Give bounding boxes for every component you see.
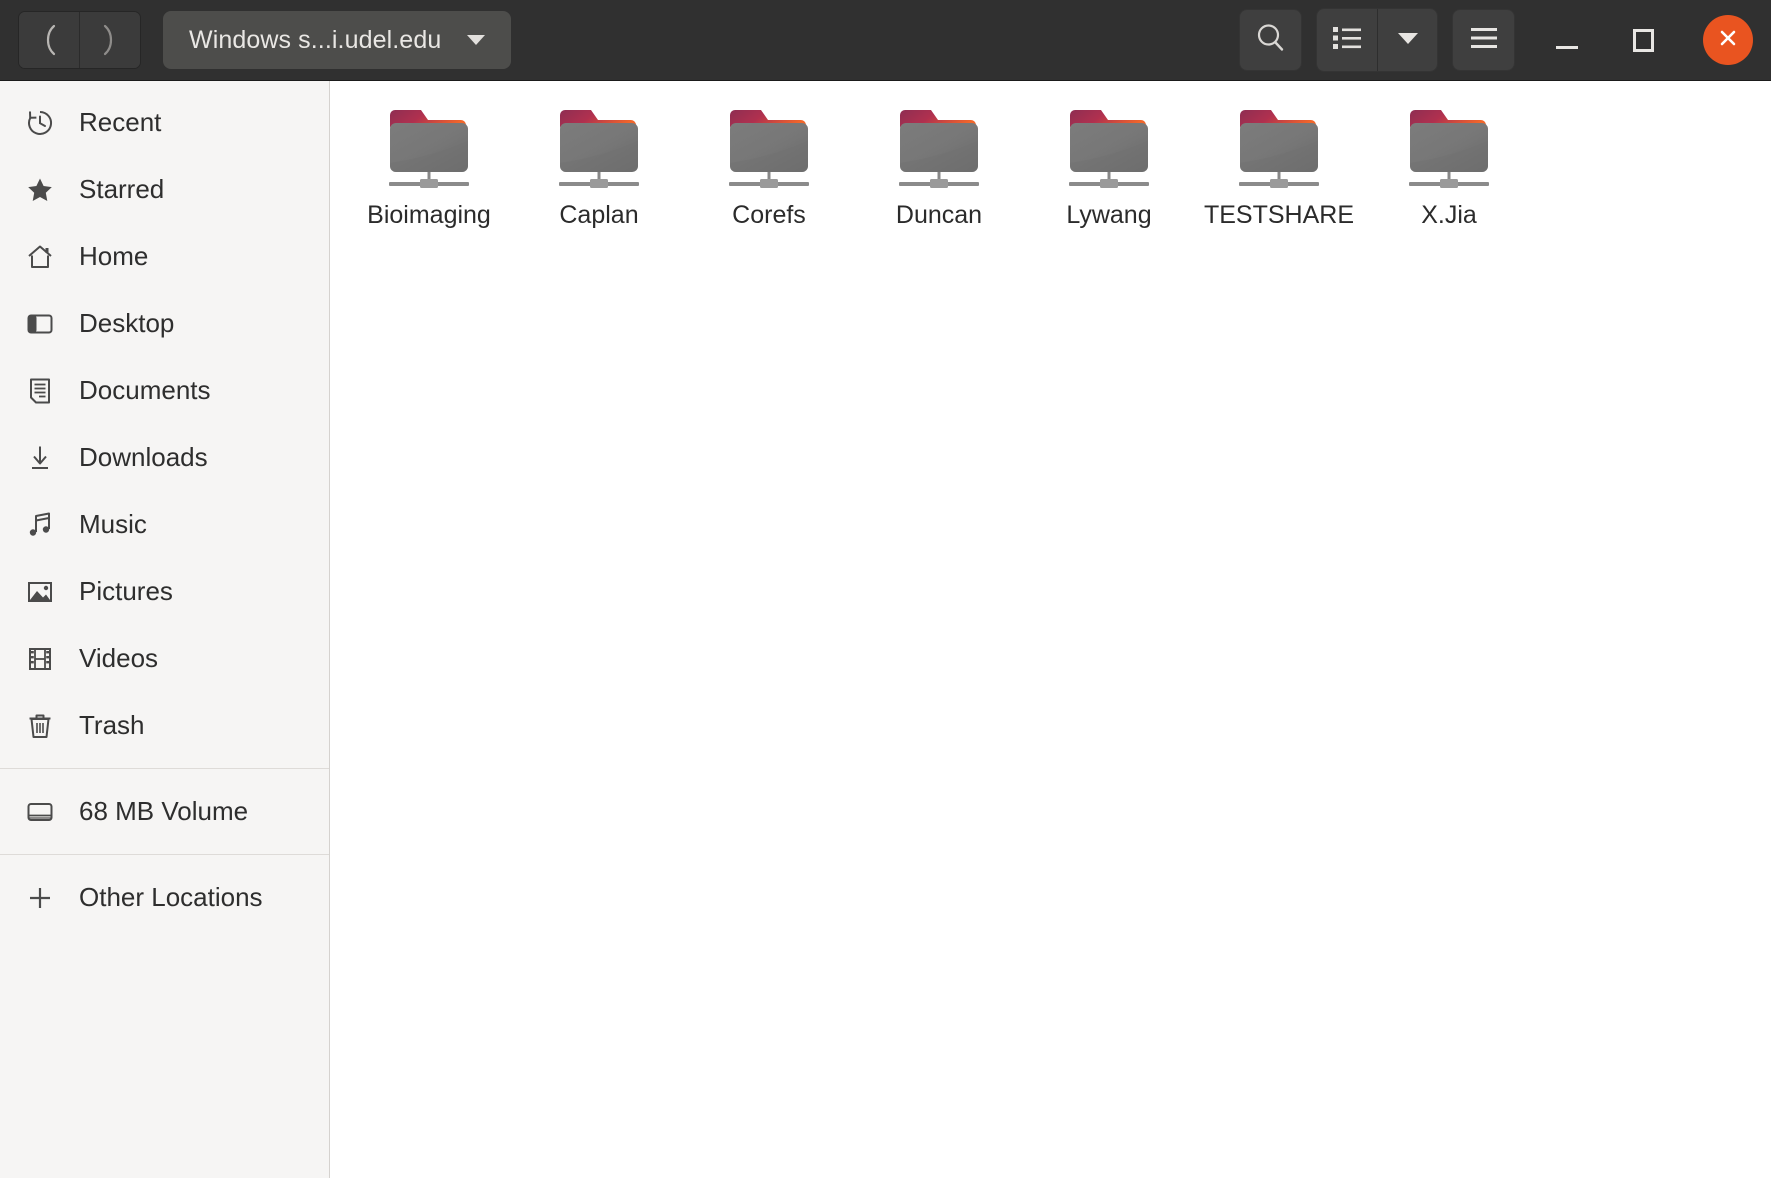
sidebar-item-label: Home <box>79 241 149 271</box>
sidebar-item-label: Desktop <box>79 308 175 338</box>
remote-folder-icon <box>1401 103 1497 195</box>
forward-button[interactable] <box>79 12 140 68</box>
chevron-down-icon <box>467 35 486 45</box>
view-list-button[interactable] <box>1317 9 1377 71</box>
sidebar-item-label: Pictures <box>79 576 173 606</box>
file-item[interactable]: Corefs <box>684 99 854 236</box>
sidebar-item-home[interactable]: Home <box>0 223 329 290</box>
file-item[interactable]: Duncan <box>854 99 1024 236</box>
file-item[interactable]: TESTSHARE <box>1194 99 1364 236</box>
sidebar-item-label: Music <box>79 509 147 539</box>
sidebar-item-label: Trash <box>79 710 145 740</box>
remote-folder-icon <box>721 103 817 195</box>
sidebar-item-documents[interactable]: Documents <box>0 357 329 424</box>
film-icon <box>18 644 62 674</box>
drive-icon <box>18 797 62 827</box>
sidebar-item-downloads[interactable]: Downloads <box>0 424 329 491</box>
music-note-icon <box>18 510 62 540</box>
desktop-icon <box>18 309 62 339</box>
sidebar-item-label: Other Locations <box>79 882 263 912</box>
view-mode-group <box>1316 8 1438 72</box>
remote-folder-icon <box>381 103 477 195</box>
file-list-view[interactable]: Bioimaging Caplan Corefs Duncan Lywang T… <box>330 81 1771 1178</box>
file-name-label: Corefs <box>732 201 806 229</box>
file-item[interactable]: Lywang <box>1024 99 1194 236</box>
minimize-button[interactable] <box>1545 18 1589 62</box>
file-manager-window: Windows s...i.udel.edu Recent Starred Ho… <box>0 0 1771 1178</box>
header-bar: Windows s...i.udel.edu <box>0 0 1771 81</box>
star-icon <box>18 175 62 205</box>
remote-folder-icon <box>1231 103 1327 195</box>
file-item[interactable]: Bioimaging <box>344 99 514 236</box>
clock-icon <box>18 108 62 138</box>
file-name-label: Lywang <box>1066 201 1152 229</box>
sidebar: Recent Starred Home Desktop Documents Do… <box>0 81 330 1178</box>
window-body: Recent Starred Home Desktop Documents Do… <box>0 81 1771 1178</box>
header-left-group: Windows s...i.udel.edu <box>18 11 512 69</box>
chevron-right-icon <box>99 23 121 57</box>
download-arrow-icon <box>18 443 62 473</box>
minimize-icon <box>1556 45 1578 49</box>
remote-folder-icon <box>551 103 647 195</box>
sidebar-item-desktop[interactable]: Desktop <box>0 290 329 357</box>
sidebar-item-recent[interactable]: Recent <box>0 89 329 156</box>
file-item[interactable]: X.Jia <box>1364 99 1534 236</box>
home-icon <box>18 242 62 272</box>
trash-icon <box>18 711 62 741</box>
path-label: Windows s...i.udel.edu <box>189 25 442 54</box>
sidebar-item-label: 68 MB Volume <box>79 796 249 826</box>
sidebar-item-pictures[interactable]: Pictures <box>0 558 329 625</box>
file-name-label: Caplan <box>559 201 639 229</box>
sidebar-item-68-mb-volume[interactable]: 68 MB Volume <box>0 778 329 845</box>
close-button[interactable] <box>1703 15 1753 65</box>
main-menu-button[interactable] <box>1452 9 1515 71</box>
search-icon <box>1254 21 1288 60</box>
header-right-group <box>1239 8 1753 72</box>
remote-folder-icon <box>891 103 987 195</box>
picture-icon <box>18 577 62 607</box>
list-view-icon <box>1331 24 1363 57</box>
sidebar-item-label: Documents <box>79 375 211 405</box>
sidebar-item-label: Videos <box>79 643 159 673</box>
file-name-label: TESTSHARE <box>1203 201 1355 229</box>
view-options-dropdown-button[interactable] <box>1377 9 1437 71</box>
chevron-left-icon <box>38 23 60 57</box>
window-controls <box>1545 15 1753 65</box>
close-icon <box>1715 25 1741 56</box>
sidebar-item-label: Recent <box>79 107 162 137</box>
sidebar-item-label: Downloads <box>79 442 208 472</box>
sidebar-divider <box>0 854 329 855</box>
plus-icon <box>18 883 62 913</box>
chevron-down-icon <box>1396 30 1420 51</box>
sidebar-item-trash[interactable]: Trash <box>0 692 329 759</box>
remote-folder-icon <box>1061 103 1157 195</box>
search-button[interactable] <box>1239 9 1302 71</box>
path-breadcrumb-button[interactable]: Windows s...i.udel.edu <box>163 11 512 69</box>
file-item[interactable]: Caplan <box>514 99 684 236</box>
hamburger-menu-icon <box>1468 25 1500 56</box>
document-icon <box>18 376 62 406</box>
sidebar-item-starred[interactable]: Starred <box>0 156 329 223</box>
file-name-label: Bioimaging <box>367 201 491 229</box>
maximize-button[interactable] <box>1621 18 1665 62</box>
sidebar-divider <box>0 768 329 769</box>
back-button[interactable] <box>19 12 79 68</box>
maximize-icon <box>1632 28 1654 52</box>
sidebar-item-music[interactable]: Music <box>0 491 329 558</box>
navigation-button-group <box>18 11 141 69</box>
sidebar-item-videos[interactable]: Videos <box>0 625 329 692</box>
sidebar-item-label: Starred <box>79 174 165 204</box>
file-name-label: Duncan <box>895 201 983 229</box>
icon-grid: Bioimaging Caplan Corefs Duncan Lywang T… <box>344 99 1771 236</box>
sidebar-item-other-locations[interactable]: Other Locations <box>0 864 329 931</box>
file-name-label: X.Jia <box>1421 201 1477 229</box>
